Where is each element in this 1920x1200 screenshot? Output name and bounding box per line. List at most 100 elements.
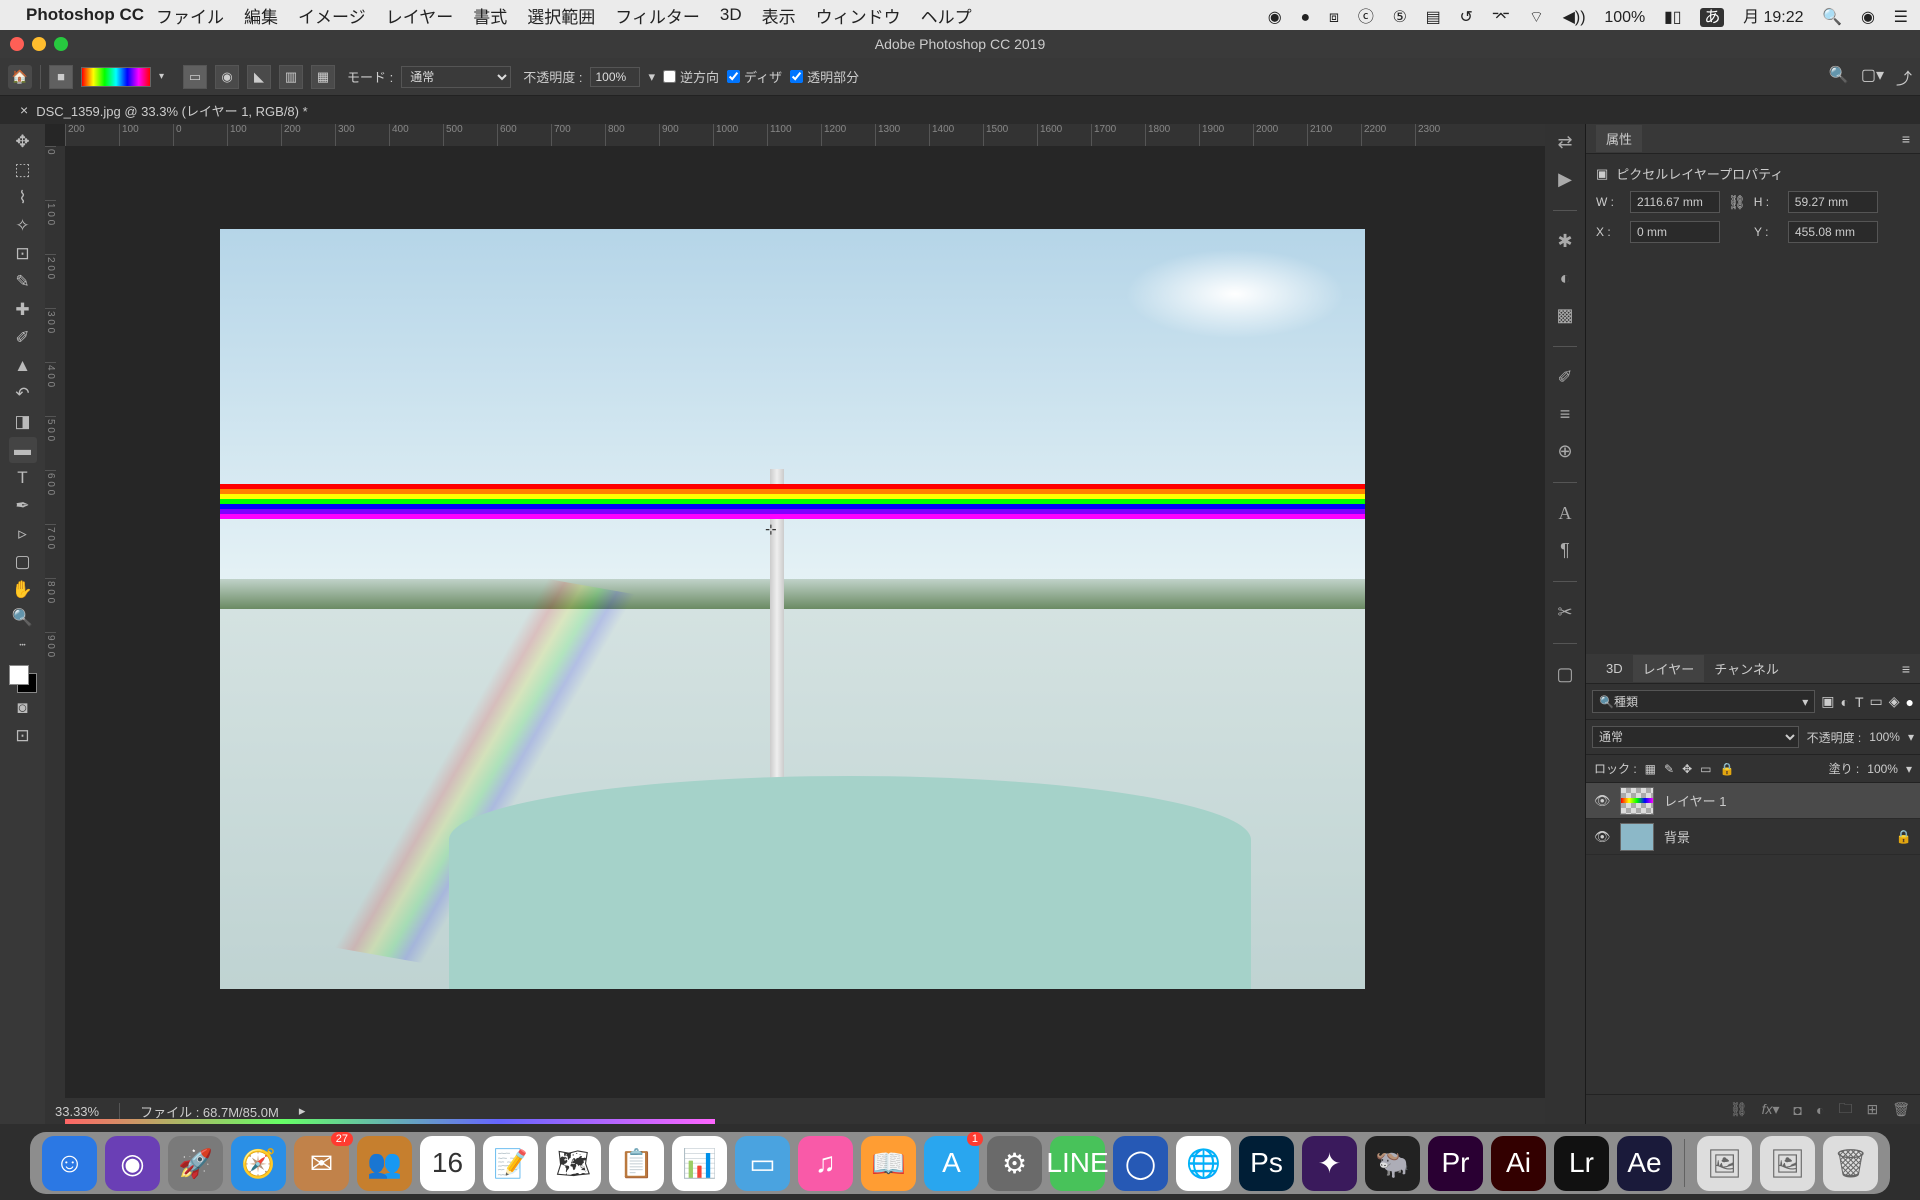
paragraph-panel-icon[interactable]: ¶ bbox=[1560, 540, 1570, 561]
gradient-reflected[interactable]: ▥ bbox=[279, 65, 303, 89]
fx-icon[interactable]: fx▾ bbox=[1762, 1101, 1780, 1118]
type-tool[interactable]: T bbox=[9, 465, 37, 491]
dock-app-12[interactable]: ♫ bbox=[798, 1136, 853, 1191]
color-swatches[interactable] bbox=[9, 665, 37, 693]
search-icon[interactable]: 🔍 bbox=[1829, 65, 1849, 89]
dock-app-5[interactable]: 👥 bbox=[357, 1136, 412, 1191]
menu-file[interactable]: ファイル bbox=[156, 3, 224, 28]
menu-edit[interactable]: 編集 bbox=[244, 3, 278, 28]
gradient-preset[interactable] bbox=[81, 67, 151, 87]
menu-3d[interactable]: 3D bbox=[720, 5, 742, 25]
ruler-horizontal[interactable]: 2001000100200300400500600700800900100011… bbox=[65, 124, 1545, 146]
gradient-tool[interactable]: ▬ bbox=[9, 437, 37, 463]
filter-shape-icon[interactable]: ▭ bbox=[1870, 693, 1883, 710]
delete-layer-icon[interactable]: 🗑 bbox=[1892, 1101, 1910, 1118]
dock-app-21[interactable]: 🐃 bbox=[1365, 1136, 1420, 1191]
brush-settings-icon[interactable]: ≡ bbox=[1560, 404, 1571, 425]
mask-icon[interactable]: ◘ bbox=[1794, 1102, 1802, 1118]
properties-tab[interactable]: 属性 bbox=[1596, 125, 1642, 152]
lock-position-icon[interactable]: ✥ bbox=[1682, 762, 1692, 776]
dock-app-25[interactable]: Ae bbox=[1617, 1136, 1672, 1191]
group-icon[interactable]: 🗀 bbox=[1838, 1098, 1852, 1122]
dock-app-18[interactable]: 🌐 bbox=[1176, 1136, 1231, 1191]
link-layers-icon[interactable]: ⛓ bbox=[1730, 1101, 1748, 1118]
marquee-tool[interactable]: ⬚ bbox=[9, 157, 37, 183]
filter-type-icon[interactable]: T bbox=[1855, 694, 1864, 710]
dock-app-7[interactable]: 📝 bbox=[483, 1136, 538, 1191]
close-window[interactable] bbox=[10, 37, 24, 51]
w-value[interactable]: 2116.67 mm bbox=[1630, 191, 1720, 213]
tool-presets-icon[interactable]: ✂ bbox=[1557, 602, 1572, 623]
dither-checkbox[interactable] bbox=[727, 70, 740, 83]
dock-app-17[interactable]: ◯ bbox=[1113, 1136, 1168, 1191]
layer-opacity-value[interactable]: 100% bbox=[1869, 730, 1900, 744]
visibility-icon[interactable]: 👁 bbox=[1594, 793, 1610, 809]
menu-filter[interactable]: フィルター bbox=[615, 3, 700, 28]
lock-paint-icon[interactable]: ✎ bbox=[1664, 762, 1674, 776]
character-panel-icon[interactable]: A bbox=[1559, 503, 1572, 524]
dock-app-24[interactable]: Lr bbox=[1554, 1136, 1609, 1191]
y-value[interactable]: 455.08 mm bbox=[1788, 221, 1878, 243]
menu-help[interactable]: ヘルプ bbox=[921, 3, 972, 28]
home-button[interactable]: 🏠 bbox=[8, 65, 32, 89]
blend-mode-select[interactable]: 通常 bbox=[401, 66, 511, 88]
dropbox-icon[interactable]: ⧈ bbox=[1329, 9, 1339, 26]
dock-app-1[interactable]: ◉ bbox=[105, 1136, 160, 1191]
file-size[interactable]: ファイル : 68.7M/85.0M bbox=[140, 1102, 279, 1121]
layer-thumbnail[interactable] bbox=[1620, 787, 1654, 815]
menu-type[interactable]: 書式 bbox=[473, 3, 507, 28]
lock-artboard-icon[interactable]: ▭ bbox=[1700, 762, 1711, 776]
document-canvas[interactable]: ⊹ bbox=[220, 229, 1365, 989]
magic-wand-tool[interactable]: ✧ bbox=[9, 213, 37, 239]
share-icon[interactable]: ⤴ bbox=[1896, 65, 1912, 89]
menu-image[interactable]: イメージ bbox=[298, 3, 366, 28]
dock-app-4[interactable]: ✉27 bbox=[294, 1136, 349, 1191]
x-value[interactable]: 0 mm bbox=[1630, 221, 1720, 243]
zoom-window[interactable] bbox=[54, 37, 68, 51]
adjustment-icon[interactable]: ◐ bbox=[1816, 1102, 1824, 1118]
gradient-radial[interactable]: ◉ bbox=[215, 65, 239, 89]
bluetooth-icon[interactable]: ⌤ bbox=[1492, 9, 1510, 26]
layer-thumbnail[interactable] bbox=[1620, 823, 1654, 851]
dock-app-14[interactable]: A1 bbox=[924, 1136, 979, 1191]
menu-view[interactable]: 表示 bbox=[762, 3, 796, 28]
menu-select[interactable]: 選択範囲 bbox=[527, 3, 595, 28]
gradients-panel-icon[interactable]: ▩ bbox=[1556, 305, 1573, 326]
crop-tool[interactable]: ⊡ bbox=[9, 241, 37, 267]
siri-icon[interactable]: ◉ bbox=[1861, 9, 1875, 26]
eraser-tool[interactable]: ◨ bbox=[9, 409, 37, 435]
dock-right-1[interactable]: 🖼 bbox=[1760, 1136, 1815, 1191]
timemachine-icon[interactable]: ↺ bbox=[1460, 9, 1473, 26]
dock-app-2[interactable]: 🚀 bbox=[168, 1136, 223, 1191]
dock-app-8[interactable]: 🗺 bbox=[546, 1136, 601, 1191]
clock[interactable]: 月 19:22 bbox=[1743, 9, 1804, 26]
status-arrow[interactable]: ▸ bbox=[299, 1103, 306, 1119]
dock-app-16[interactable]: LINE bbox=[1050, 1136, 1105, 1191]
screenmode-tool[interactable]: ⊡ bbox=[9, 723, 37, 749]
filter-adjust-icon[interactable]: ◐ bbox=[1840, 694, 1848, 710]
chat-icon[interactable]: ● bbox=[1301, 9, 1311, 26]
history-brush-tool[interactable]: ↶ bbox=[9, 381, 37, 407]
lock-icon[interactable]: 🔒 bbox=[1896, 829, 1912, 845]
cc-icon[interactable]: ⓒ bbox=[1358, 9, 1374, 26]
dock-app-10[interactable]: 📊 bbox=[672, 1136, 727, 1191]
edit-toolbar[interactable]: ••• bbox=[9, 633, 37, 659]
zoom-level[interactable]: 33.33% bbox=[55, 1104, 99, 1119]
minimize-window[interactable] bbox=[32, 37, 46, 51]
gradient-angle[interactable]: ◣ bbox=[247, 65, 271, 89]
gradient-picker-arrow[interactable]: ▾ bbox=[159, 71, 175, 82]
gradient-linear[interactable]: ▭ bbox=[183, 65, 207, 89]
tab-channels[interactable]: チャンネル bbox=[1704, 655, 1789, 682]
zoom-tool[interactable]: 🔍 bbox=[9, 605, 37, 631]
close-tab-icon[interactable]: × bbox=[20, 102, 28, 118]
history-panel-icon[interactable]: ⇄ bbox=[1557, 132, 1572, 153]
layer-name[interactable]: 背景 bbox=[1664, 827, 1690, 846]
filter-pixel-icon[interactable]: ▣ bbox=[1821, 693, 1834, 710]
new-layer-icon[interactable]: ⊞ bbox=[1866, 1101, 1878, 1118]
dock-right-2[interactable]: 🗑 bbox=[1823, 1136, 1878, 1191]
path-select-tool[interactable]: ▹ bbox=[9, 521, 37, 547]
dock-app-3[interactable]: 🧭 bbox=[231, 1136, 286, 1191]
spotlight-icon[interactable]: 🔍 bbox=[1822, 9, 1842, 26]
layer-name[interactable]: レイヤー 1 bbox=[1664, 791, 1726, 810]
clone-panel-icon[interactable]: ⊕ bbox=[1557, 441, 1572, 462]
